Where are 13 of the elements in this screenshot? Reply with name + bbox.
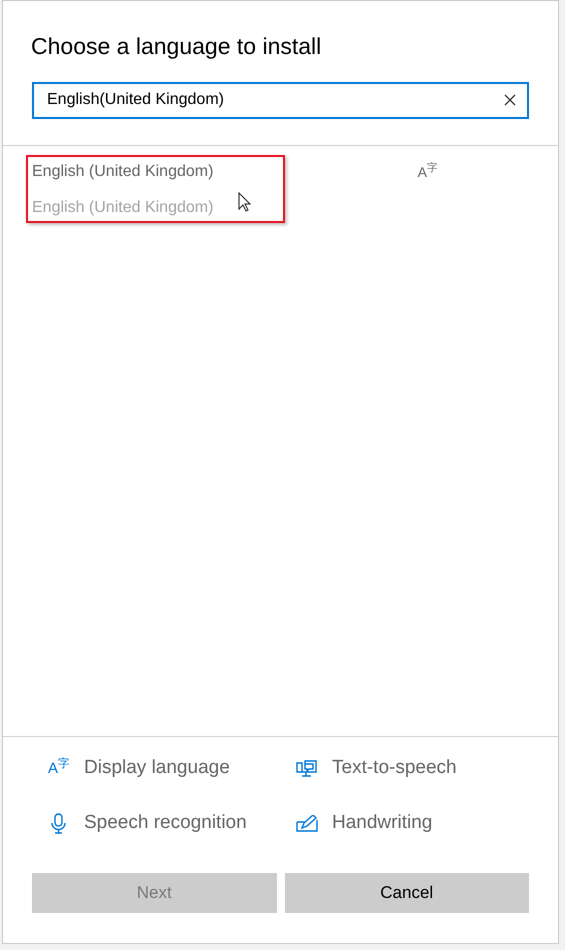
search-field[interactable]: English(United Kingdom) [32,82,529,118]
feature-label: Handwriting [332,811,432,836]
pen-icon [296,814,318,832]
cursor-icon [238,192,252,212]
dialog-title: Choose a language to install [31,32,322,61]
clear-icon[interactable] [504,94,516,106]
feature-label: Speech recognition [84,811,247,836]
dialog-button[interactable]: Cancel [284,873,529,913]
language-icon: A$^{字}$ [418,164,438,178]
feature-label: Display language [84,756,230,780]
language-option[interactable]: English (United Kingdom) [32,160,214,184]
monitor-speech-icon [296,758,318,778]
feature-label: Text-to-speech [332,756,457,780]
